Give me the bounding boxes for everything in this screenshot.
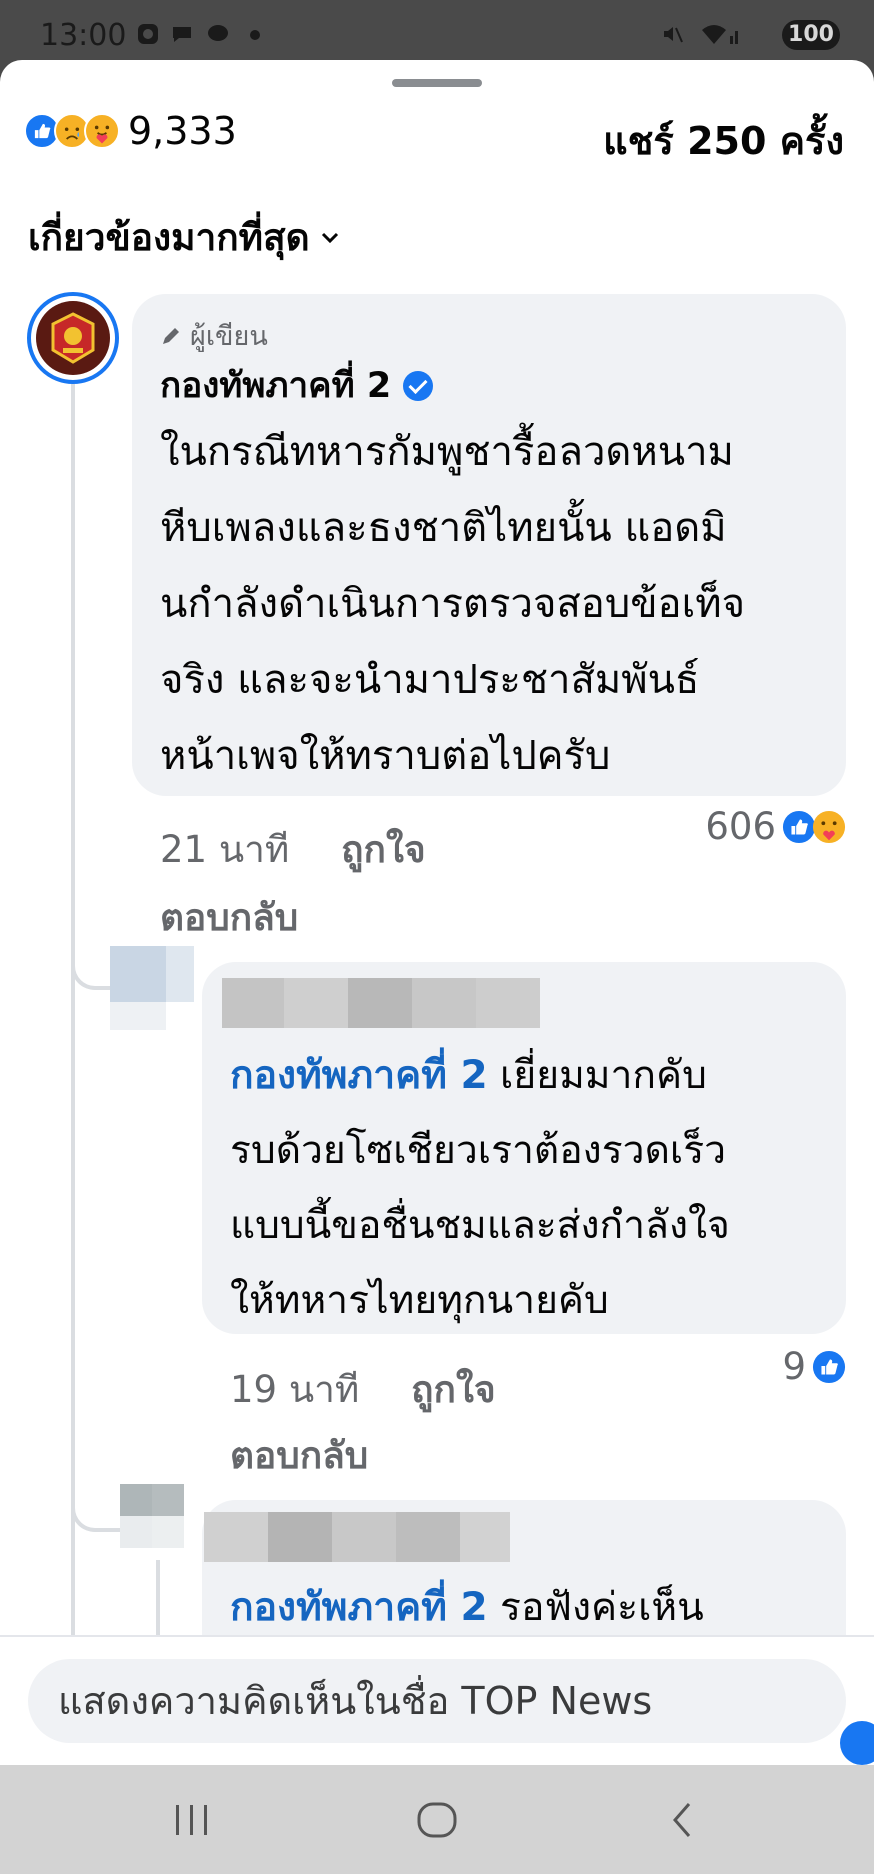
comment-reaction-count: 606 bbox=[705, 805, 776, 848]
dot-icon bbox=[250, 30, 260, 40]
care-icon bbox=[812, 810, 846, 843]
care-icon bbox=[84, 113, 120, 149]
comment-composer: แสดงความคิดเห็นในชื่อ TOP News bbox=[0, 1635, 874, 1765]
chat-bubble-icon[interactable] bbox=[840, 1721, 874, 1765]
reaction-icons bbox=[24, 113, 120, 149]
comment-reactions[interactable]: 9 bbox=[782, 1345, 846, 1388]
reply-connector bbox=[71, 1470, 121, 1532]
comment-line: เยี่ยมมากคับ bbox=[500, 1053, 707, 1098]
comment-author[interactable]: กองทัพภาคที่ 2 bbox=[160, 358, 434, 413]
avatar[interactable] bbox=[110, 946, 194, 1030]
like-icon bbox=[812, 1350, 846, 1383]
line-notification-icon bbox=[208, 25, 228, 41]
reactions-count: 9,333 bbox=[128, 109, 237, 153]
blurred-author-name bbox=[204, 1512, 510, 1562]
comments-sheet: 9,333 แชร์ 250 ครั้ง เกี่ยวข้องมากที่สุด… bbox=[0, 60, 874, 1765]
home-button[interactable] bbox=[407, 1795, 467, 1845]
back-button[interactable] bbox=[652, 1795, 712, 1845]
comment-line: รอฟังค่ะเห็น bbox=[500, 1585, 704, 1630]
mention-link[interactable]: กองทัพภาคที่ 2 bbox=[230, 1053, 488, 1098]
comment-time: 19 นาที bbox=[230, 1368, 360, 1411]
status-bar: 13:00 100 bbox=[0, 0, 874, 62]
comment-line: แบบนี้ขอชื่นชมและส่งกำลังใจ bbox=[230, 1203, 730, 1248]
back-icon bbox=[673, 1803, 691, 1837]
app-notification-icon bbox=[138, 24, 158, 44]
army-logo-icon bbox=[36, 301, 110, 375]
like-button[interactable]: ถูกใจ bbox=[411, 1368, 496, 1411]
comment-bubble[interactable]: กองทัพภาคที่ 2 เยี่ยมมากคับ รบด้วยโซเชีย… bbox=[202, 962, 846, 1334]
thread-line bbox=[156, 1560, 160, 1640]
reply-button[interactable]: ตอบกลับ bbox=[160, 888, 298, 947]
comment-line: จริง และจะนำมาประชาสัมพันธ์ bbox=[160, 657, 700, 703]
comment-input[interactable]: แสดงความคิดเห็นในชื่อ TOP News bbox=[28, 1659, 846, 1743]
comment-reaction-count: 9 bbox=[782, 1345, 806, 1388]
chat-notification-icon bbox=[173, 27, 191, 42]
shares-count[interactable]: แชร์ 250 ครั้ง bbox=[603, 110, 844, 171]
chevron-down-icon bbox=[321, 232, 338, 243]
comment-line: หีบเพลงและธงชาติไทยนั้น แอดมิ bbox=[160, 505, 727, 551]
like-button[interactable]: ถูกใจ bbox=[341, 828, 426, 871]
avatar[interactable] bbox=[120, 1484, 184, 1548]
battery-indicator: 100 bbox=[782, 20, 840, 50]
reactions-summary[interactable]: 9,333 bbox=[24, 108, 237, 154]
recent-apps-button[interactable] bbox=[162, 1795, 222, 1845]
author-name-text: กองทัพภาคที่ 2 bbox=[160, 366, 392, 406]
blurred-author-name bbox=[222, 978, 540, 1028]
comment-line: หน้าเพจให้ทราบต่อไปครับ bbox=[160, 733, 611, 779]
wifi-signal-icon bbox=[702, 25, 738, 44]
reply-button[interactable]: ตอบกลับ bbox=[230, 1426, 368, 1485]
thread-line bbox=[71, 384, 75, 1644]
comment-line: ให้ทหารไทยทุกนายคับ bbox=[230, 1278, 609, 1323]
comment-time: 21 นาที bbox=[160, 828, 290, 871]
sort-label: เกี่ยวข้องมากที่สุด bbox=[28, 216, 310, 259]
drag-handle[interactable] bbox=[392, 79, 482, 87]
comment-line: ในกรณีทหารกัมพูชารื้อลวดหนาม bbox=[160, 429, 734, 475]
comment-text: ในกรณีทหารกัมพูชารื้อลวดหนาม หีบเพลงและธ… bbox=[160, 414, 830, 794]
like-icon bbox=[782, 810, 816, 843]
comment-sort-dropdown[interactable]: เกี่ยวข้องมากที่สุด bbox=[28, 208, 340, 267]
comment-meta: 21 นาที ถูกใจ bbox=[160, 820, 426, 879]
mention-link[interactable]: กองทัพภาคที่ 2 bbox=[230, 1585, 488, 1630]
reply-connector bbox=[71, 930, 113, 990]
mute-icon bbox=[664, 27, 683, 43]
author-badge-label: ผู้เขียน bbox=[190, 321, 268, 352]
comment-line: รบด้วยโซเชียวเราต้องรวดเร็ว bbox=[230, 1128, 727, 1173]
avatar[interactable] bbox=[27, 292, 119, 384]
comment-meta: 19 นาที ถูกใจ bbox=[230, 1360, 496, 1419]
verified-icon bbox=[403, 370, 434, 401]
comment-line: นกำลังดำเนินการตรวจสอบข้อเท็จ bbox=[160, 581, 746, 627]
author-badge: ผู้เขียน bbox=[160, 314, 268, 357]
comment-bubble[interactable]: ผู้เขียน กองทัพภาคที่ 2 ในกรณีทหารกัมพูช… bbox=[132, 294, 846, 796]
system-nav-bar bbox=[0, 1765, 874, 1874]
status-time: 13:00 bbox=[40, 18, 127, 53]
comment-reactions[interactable]: 606 bbox=[705, 805, 846, 848]
home-icon bbox=[417, 1802, 457, 1838]
recent-apps-icon bbox=[176, 1805, 207, 1835]
comment-text: กองทัพภาคที่ 2 รอฟังค่ะเห็น bbox=[230, 1570, 830, 1645]
comment-text: กองทัพภาคที่ 2 เยี่ยมมากคับ รบด้วยโซเชีย… bbox=[230, 1038, 830, 1338]
pencil-icon bbox=[163, 327, 179, 344]
